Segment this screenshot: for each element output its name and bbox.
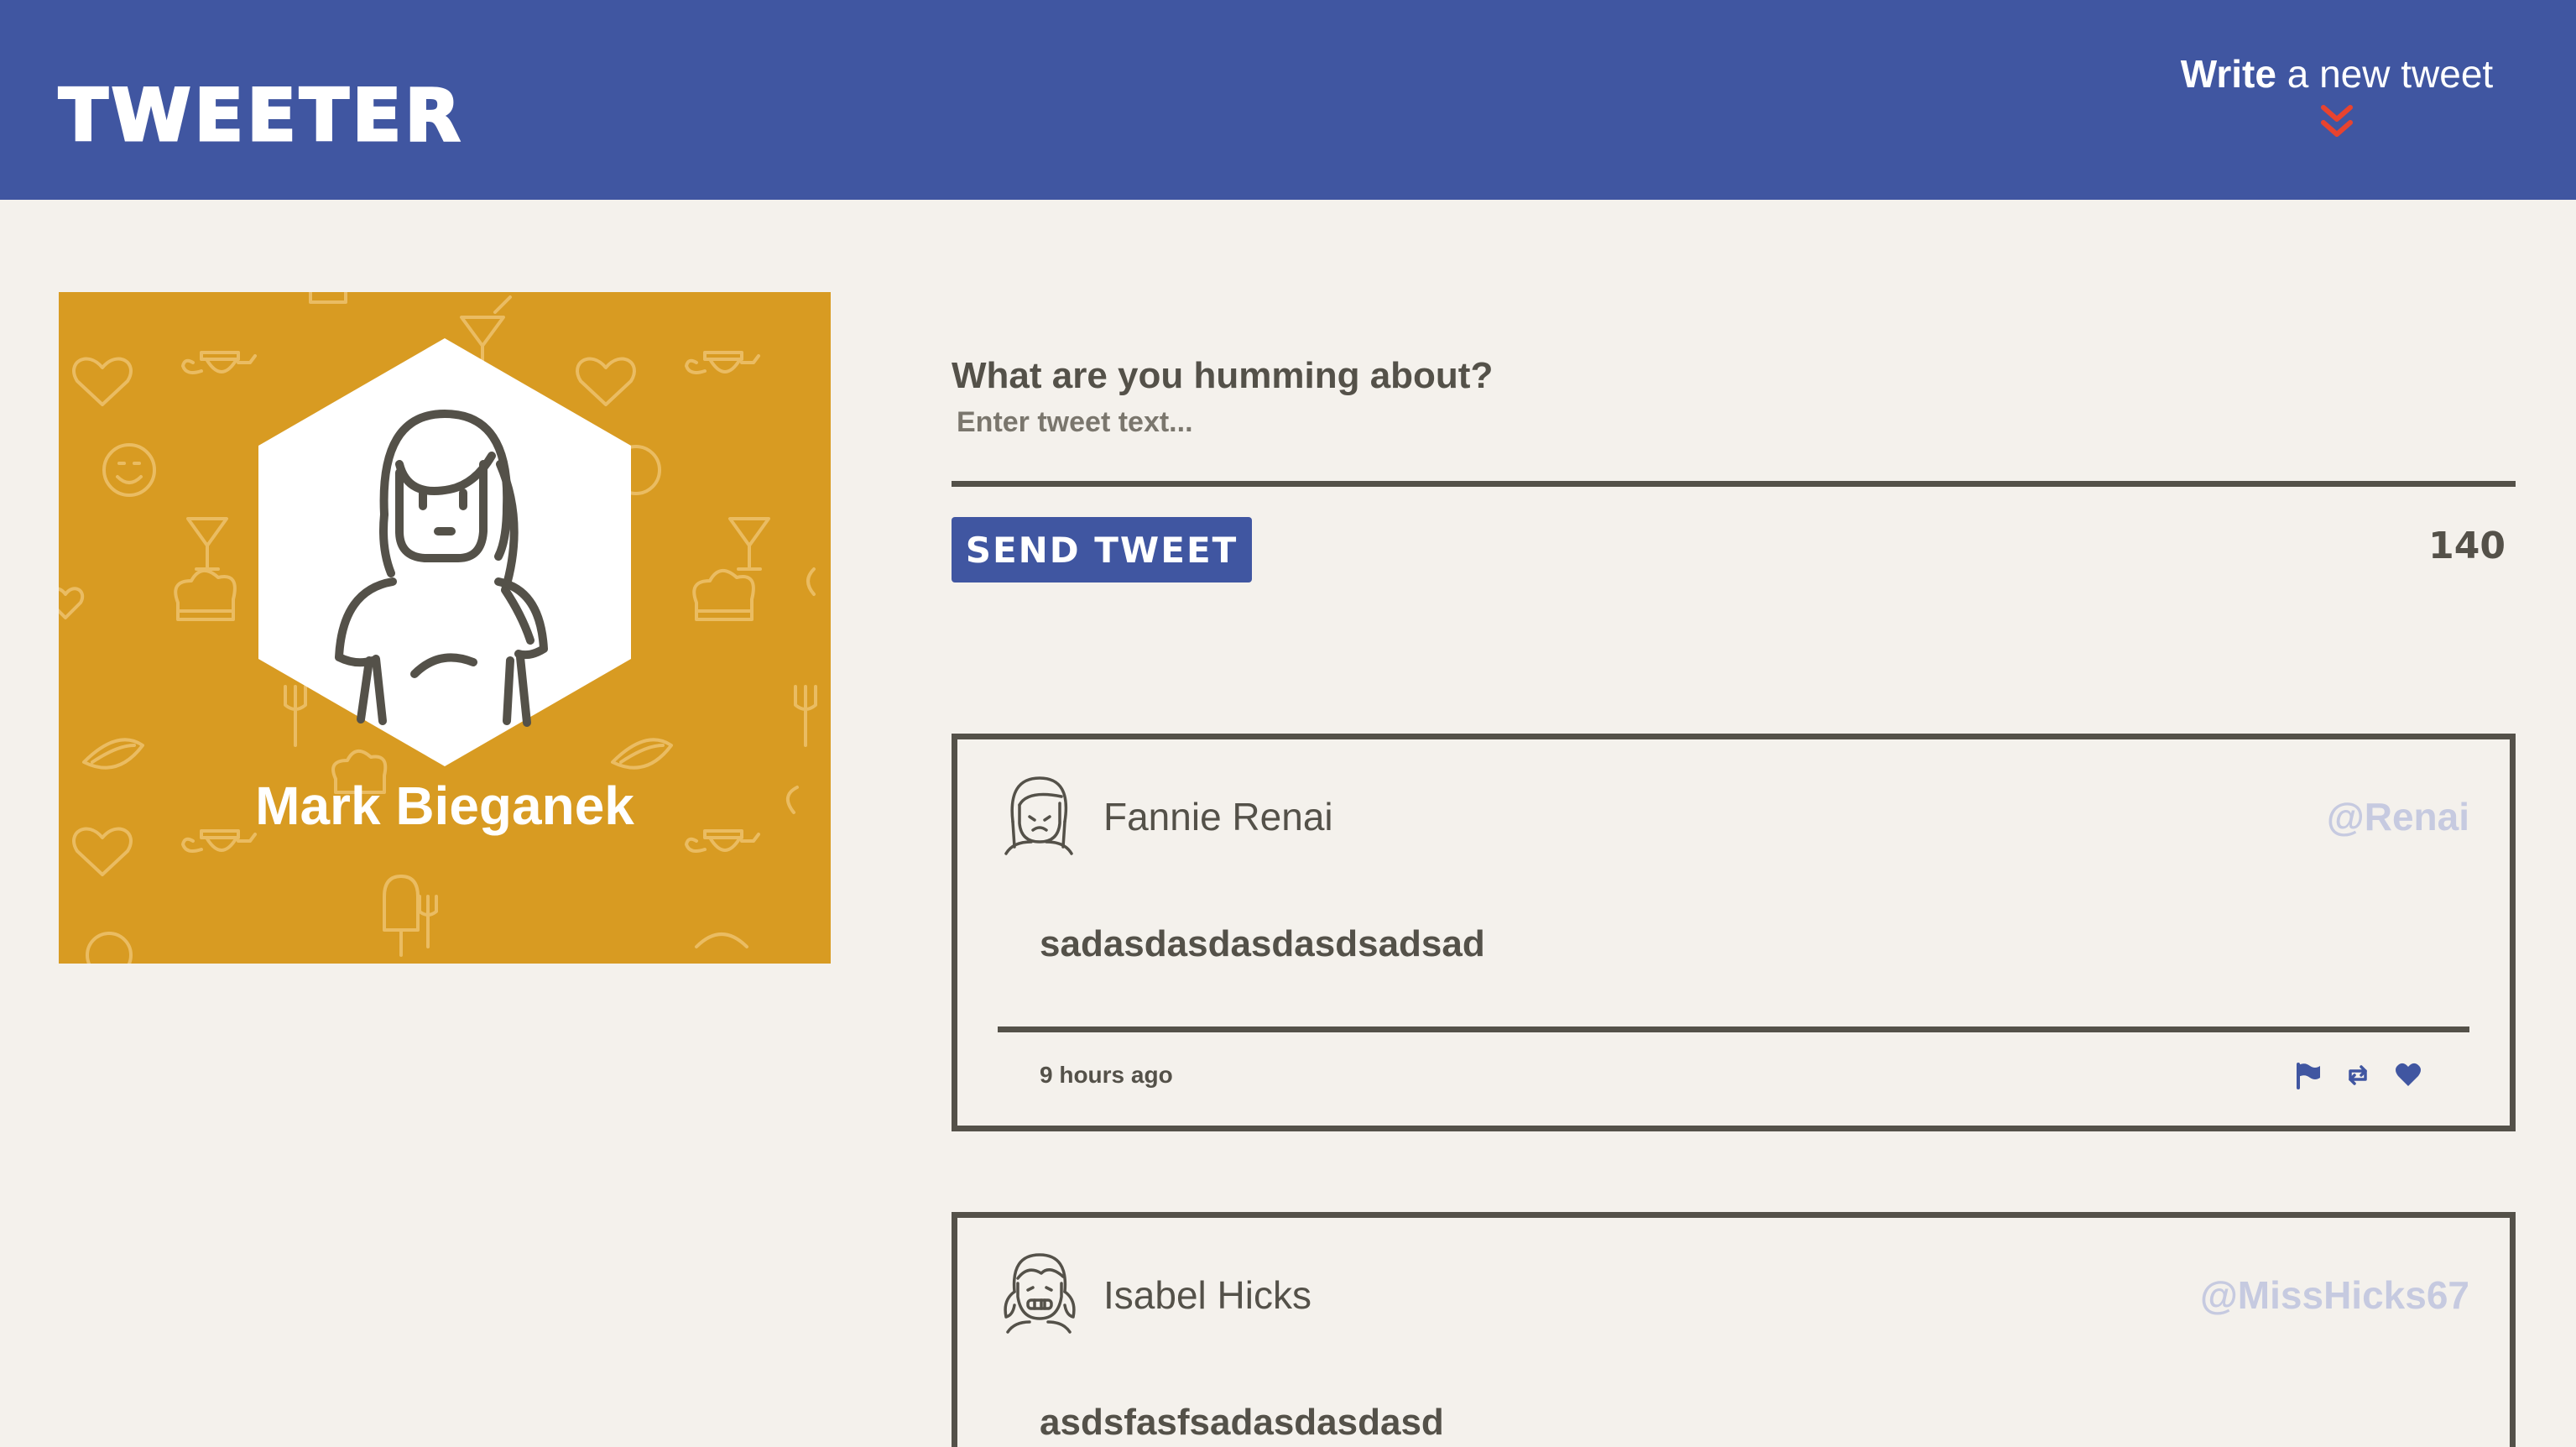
tweet-card: Fannie Renai @Renai sadasdasdasdasdsadsa… [952,734,2516,1131]
write-new-tweet-label: Write a new tweet [2177,49,2496,99]
profile-card: Mark Bieganek [59,292,831,964]
tweet-actions [2293,1058,2422,1092]
retweet-icon[interactable] [2344,1061,2372,1089]
tweet-author-name: Fannie Renai [1103,795,1333,838]
tweet-author-handle[interactable]: @MissHicks67 [2200,1270,2469,1320]
new-tweet-composer: What are you humming about? SEND TWEET 1… [952,344,2516,588]
tweet-author-avatar-icon [1004,776,1073,855]
tweet-content: sadasdasdasdasdsadsad [1040,923,1485,964]
composer-label: What are you humming about? [952,355,1494,396]
flag-icon[interactable] [2293,1061,2322,1089]
tweet-card: Isabel Hicks @MissHicks67 asdsfasfsadasd… [952,1212,2516,1447]
tweet-text-input[interactable] [952,401,2516,487]
tweet-timestamp: 9 hours ago [1040,1062,1173,1088]
write-label-rest: a new tweet [2276,52,2494,96]
send-tweet-button[interactable]: SEND TWEET [952,517,1252,582]
write-new-tweet-toggle[interactable]: Write a new tweet [2177,49,2496,158]
top-nav: TWEETER Write a new tweet [0,0,2576,200]
double-chevron-down-icon [2321,105,2353,137]
profile-name: Mark Bieganek [255,776,634,836]
heart-icon[interactable] [2394,1061,2422,1089]
brand-logo: TWEETER [58,73,464,159]
tweet-author-handle[interactable]: @Renai [2327,791,2469,842]
tweet-content: asdsfasfsadasdasdasd [1040,1402,1444,1443]
user-avatar-icon [258,338,631,766]
tweet-author-name: Isabel Hicks [1103,1273,1311,1317]
character-counter: 140 [2428,525,2506,567]
tweet-divider [998,1026,2469,1032]
tweet-author-avatar-icon [1004,1253,1076,1334]
write-label-bold: Write [2180,52,2276,96]
